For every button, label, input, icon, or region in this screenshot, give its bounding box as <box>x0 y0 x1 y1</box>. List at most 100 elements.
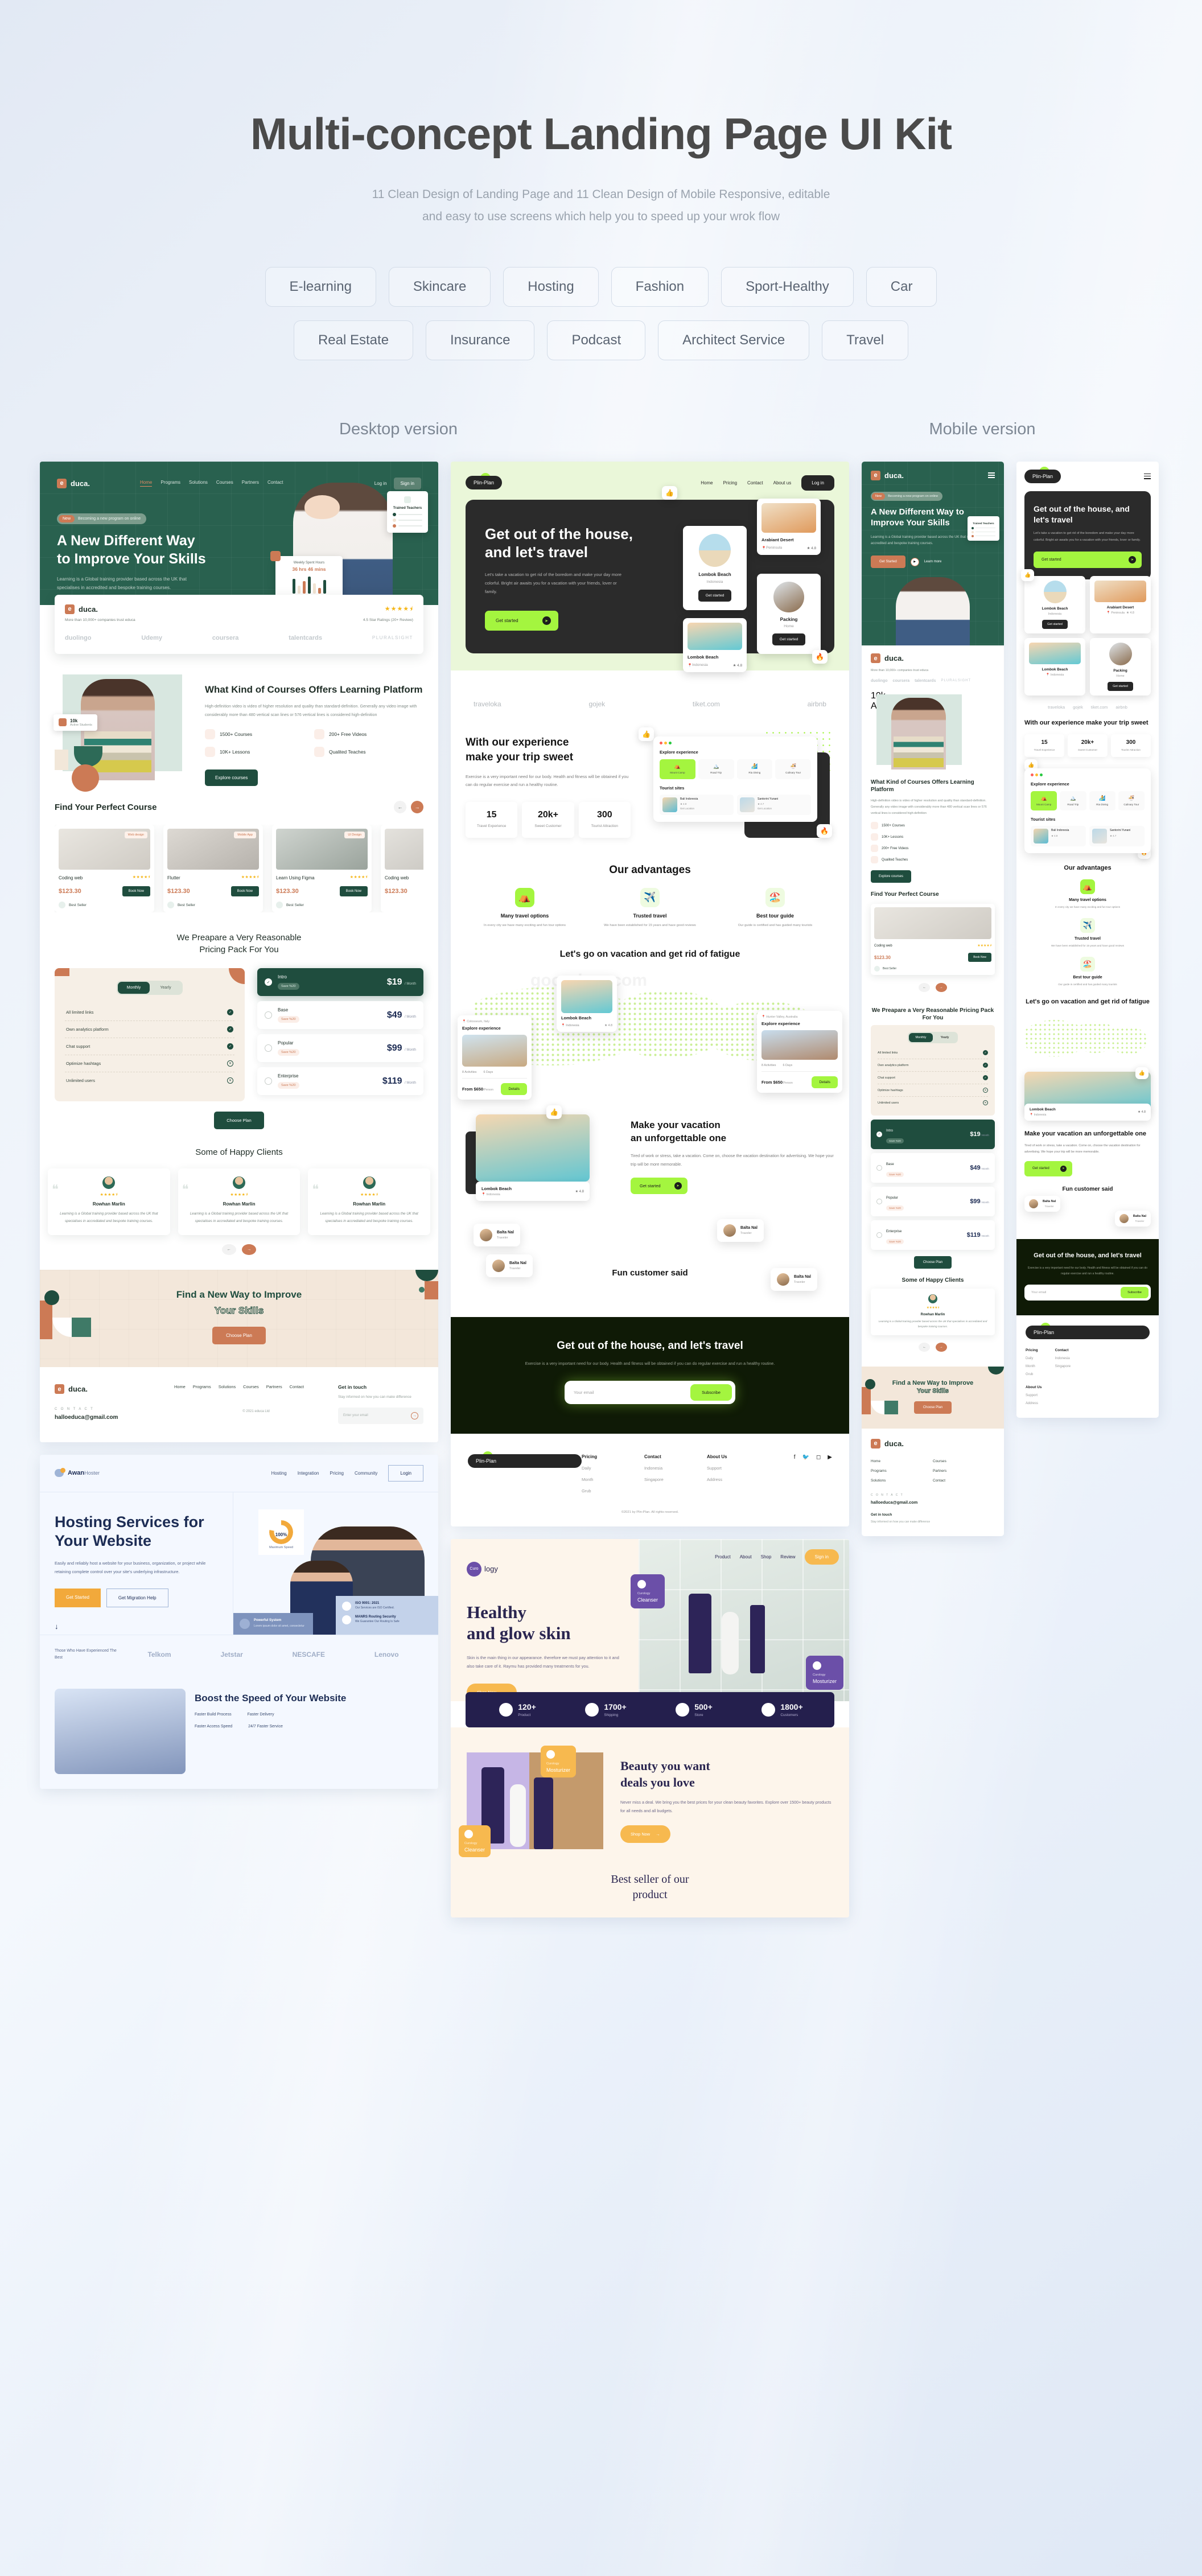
nav-programs[interactable]: Programs <box>160 480 180 487</box>
m-cta-button[interactable]: Choose Plan <box>913 1401 952 1414</box>
m-tier-enterprise[interactable]: Enterprise Save %20 $119/ Month <box>871 1220 995 1250</box>
m-footer-programs[interactable]: Programs <box>871 1466 933 1476</box>
radio-icon[interactable] <box>876 1232 882 1238</box>
curology-logo[interactable]: Curo logy <box>467 1561 623 1577</box>
educa-logo[interactable]: e duca. <box>57 478 90 488</box>
m-course-card[interactable]: Coding web ★★★★⯨ $123.30 Book Now Best Sel… <box>871 904 995 976</box>
chip-architect-service[interactable]: Architect Service <box>658 320 810 360</box>
m-footer-partners[interactable]: Partners <box>933 1466 995 1476</box>
newsletter-submit-icon[interactable]: → <box>411 1412 418 1419</box>
awan-nav-pricing[interactable]: Pricing <box>330 1471 344 1476</box>
nav-courses[interactable]: Courses <box>216 480 233 487</box>
scroll-down-icon[interactable]: ↓ <box>55 1622 218 1631</box>
chip-car[interactable]: Car <box>866 266 937 307</box>
m-t-arrow-right-icon[interactable]: → <box>935 1342 947 1352</box>
pricing-tier-intro[interactable]: ✓ Intro Save %20 $19 / Month <box>257 968 423 997</box>
radio-icon[interactable] <box>876 1199 882 1205</box>
m-choose-plan-button[interactable]: Choose Plan <box>913 1256 952 1269</box>
m-footer-link[interactable]: Month <box>1026 1365 1038 1368</box>
arrow-right-icon[interactable]: → <box>411 801 423 814</box>
cu-nav-product[interactable]: Product <box>715 1554 731 1559</box>
m-pp-subscribe-button[interactable]: Subscribe <box>1121 1286 1149 1298</box>
course-card[interactable]: UI Design Learn Using Figma ★★★★⯨ $123.30… <box>272 825 372 913</box>
plinplan-logo[interactable]: Plin-Plan <box>466 473 503 490</box>
m-learn-more-link[interactable]: Learn more <box>924 560 942 563</box>
choose-plan-button[interactable]: Choose Plan <box>214 1112 264 1130</box>
m-footer-link[interactable]: Address <box>1026 1402 1150 1405</box>
pricing-tier-base[interactable]: Base Save %20 $49 / Month <box>257 1001 423 1030</box>
destination-button[interactable]: Get started <box>1042 619 1068 629</box>
footer-link[interactable]: Support <box>707 1466 769 1471</box>
destination-card-lombok-2[interactable]: Lombok Beach 📍 Indonesia ★ 4.8 <box>683 618 747 672</box>
toggle-monthly[interactable]: Monthly <box>118 982 150 994</box>
destination-button[interactable]: Get started <box>772 633 806 645</box>
category-label[interactable]: Culinary Tour <box>776 771 810 775</box>
m-footer-home[interactable]: Home <box>871 1456 933 1466</box>
awan-migration-button[interactable]: Get Migration Help <box>106 1589 168 1608</box>
map-card-colosseum[interactable]: 📍 Colosseum, Italy Explore experience 8 … <box>458 1015 532 1100</box>
mockup-educa-desktop[interactable]: e duca. Home Programs Solutions Courses … <box>40 461 438 1442</box>
radio-icon[interactable] <box>265 1044 272 1052</box>
m-pp-subscribe-form[interactable]: Your email Subscribe <box>1024 1284 1151 1301</box>
m-footer-contact[interactable]: Contact <box>933 1476 995 1485</box>
m-destination-card[interactable]: Lombok Beach 📍 Indonesia <box>1024 637 1085 696</box>
category-label[interactable]: Mount Camp <box>661 771 694 775</box>
facebook-icon[interactable]: f <box>794 1454 796 1493</box>
cu-nav-about[interactable]: About <box>740 1554 752 1559</box>
footer-nav-courses[interactable]: Courses <box>243 1384 259 1389</box>
footer-email[interactable]: halloeduca@gmail.com <box>55 1414 174 1421</box>
m-destination-card[interactable]: Packing Home Get started <box>1090 637 1151 696</box>
book-now-button[interactable]: Book Now <box>339 886 368 897</box>
chip-hosting[interactable]: Hosting <box>503 266 599 307</box>
m-footer-link[interactable]: Singapore <box>1055 1365 1071 1368</box>
m-arrow-right-icon[interactable]: → <box>935 983 947 993</box>
pp-subscribe-form[interactable]: Your email Subscribe <box>565 1380 735 1404</box>
footer-link[interactable]: Grub <box>582 1488 644 1493</box>
m-arrow-left-icon[interactable]: ← <box>919 983 931 993</box>
hamburger-icon[interactable] <box>988 472 995 479</box>
mockup-curology-desktop[interactable]: Curo logy Healthy and glow skin Skin is … <box>451 1538 849 1917</box>
deals-shop-button[interactable]: Shop Now → <box>620 1825 670 1843</box>
chip-podcast[interactable]: Podcast <box>547 320 646 360</box>
awan-nav-integration[interactable]: Integration <box>298 1471 319 1476</box>
cu-nav-shop[interactable]: Shop <box>761 1554 772 1559</box>
twitter-icon[interactable]: 🐦 <box>802 1454 809 1493</box>
play-icon[interactable]: ▶ <box>910 557 919 566</box>
unforgettable-card[interactable]: Lombok Beach 📍 Indonesia ★ 4.8 <box>476 1182 590 1201</box>
course-card[interactable]: Web design Coding web★★★★⯨ $123.30Book N… <box>381 825 423 913</box>
cu-signin-button[interactable]: Sign in <box>804 1549 839 1565</box>
m-footer-solutions[interactable]: Solutions <box>871 1476 933 1485</box>
pp-nav-home[interactable]: Home <box>701 480 713 485</box>
awan-nav-hosting[interactable]: Hosting <box>271 1471 287 1476</box>
footer-nav-programs[interactable]: Programs <box>193 1384 211 1389</box>
pp-nav-contact[interactable]: Contact <box>747 480 763 485</box>
course-card[interactable]: Web design Coding web★★★★⯨ $123.30Book N… <box>55 825 154 913</box>
m-pp-logo[interactable]: Plin-Plan <box>1024 466 1061 483</box>
chip-fashion[interactable]: Fashion <box>611 266 709 307</box>
destination-button[interactable]: Get started <box>1108 681 1133 691</box>
m-footer-logo[interactable]: Plin-Plan <box>1026 1322 1150 1339</box>
chip-travel[interactable]: Travel <box>822 320 909 360</box>
m-cat-label[interactable]: Ria Diving <box>1090 803 1114 806</box>
nav-solutions[interactable]: Solutions <box>189 480 208 487</box>
m-destination-card[interactable]: Arabiant Desert 📍 Peninsula ★ 4.8 <box>1090 575 1151 633</box>
m-footer-link[interactable]: Daily <box>1026 1357 1038 1360</box>
hamburger-icon[interactable] <box>1144 473 1151 479</box>
card-details-button[interactable]: Details <box>812 1076 838 1089</box>
m-tier-intro[interactable]: ✓ Intro Save %20 $19/ Month <box>871 1120 995 1150</box>
m-cat-label[interactable]: Road Trip <box>1061 803 1085 806</box>
footer-nav-solutions[interactable]: Solutions <box>219 1384 236 1389</box>
destination-button[interactable]: Get started <box>698 589 732 602</box>
m-get-started-button[interactable]: Get Started <box>871 555 905 569</box>
pp-login-button[interactable]: Log in <box>801 475 834 491</box>
chip-sport-healthy[interactable]: Sport-Healthy <box>721 266 854 307</box>
destination-card-lombok[interactable]: Lombok Beach Indonesia Get started <box>683 525 747 610</box>
footer-nav-partners[interactable]: Partners <box>266 1384 282 1389</box>
cta-choose-plan-button[interactable]: Choose Plan <box>212 1327 266 1345</box>
m-toggle-yearly[interactable]: Yearly <box>933 1033 957 1042</box>
chip-insurance[interactable]: Insurance <box>426 320 535 360</box>
chip-skincare[interactable]: Skincare <box>388 266 491 307</box>
m-billing-toggle[interactable]: Monthly Yearly <box>908 1032 958 1044</box>
nav-partners[interactable]: Partners <box>242 480 259 487</box>
m-toggle-monthly[interactable]: Monthly <box>909 1033 933 1043</box>
